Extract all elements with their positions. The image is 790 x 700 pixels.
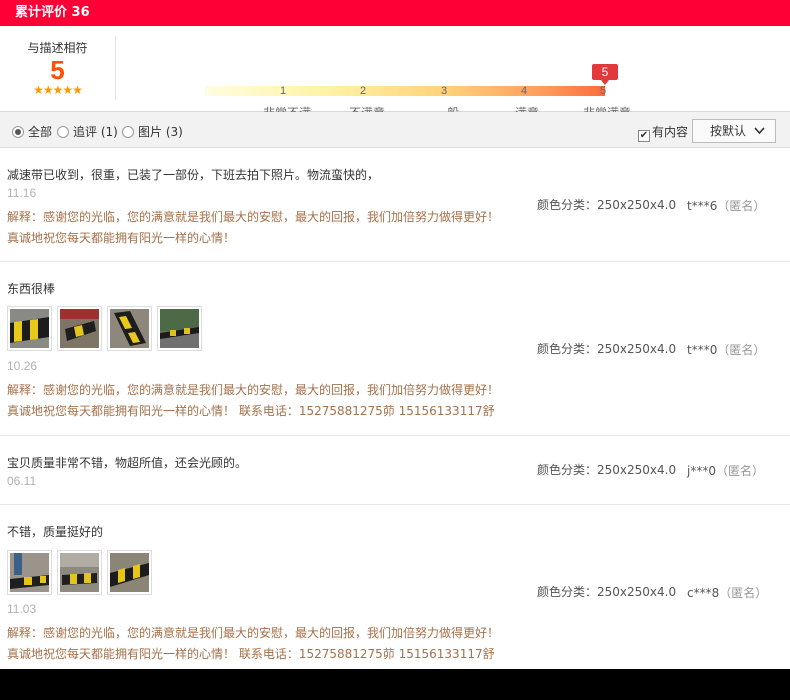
review-content: 减速带已收到，很重，已装了一部份，下班去拍下照片。物流蛮快的， [7, 168, 380, 182]
score-label: 与描述相符 [27, 41, 88, 55]
anonymous-tag: （匿名） [717, 199, 766, 213]
seller-reply-line: 真诚地祝您每天都能拥有阳光一样的心情！ 联系电话：15275881275茆 15… [7, 404, 495, 418]
photo-image [110, 309, 149, 348]
rating-marker: 5 [592, 64, 618, 85]
review-photo-thumbnail[interactable] [107, 550, 152, 595]
review-photo-thumbnail[interactable] [7, 550, 52, 595]
rating-summary: 与描述相符 5 ★★★★★ 5 1 2 3 4 5 非常不满 不满意 一般 满意… [0, 26, 790, 120]
review-user: t***6（匿名） [687, 197, 765, 214]
photo-image [160, 309, 199, 348]
review-photos [7, 550, 157, 595]
review-count-title: 累计评价 36 [15, 5, 90, 20]
radio-icon [122, 126, 134, 138]
review-user: j***0（匿名） [687, 462, 764, 479]
review-sku: 颜色分类：250x250x4.0 [537, 198, 677, 212]
sort-label: 按默认 [710, 124, 747, 138]
review-photo-thumbnail[interactable] [7, 306, 52, 351]
review-photos [7, 306, 207, 351]
filter-followup-radio[interactable]: 追评 (1) [57, 123, 118, 140]
review-photo-thumbnail[interactable] [107, 306, 152, 351]
radio-selected-icon [12, 126, 24, 138]
review-panel: 累计评价 36 与描述相符 5 ★★★★★ 5 1 2 3 4 5 非常不满 不… [0, 0, 790, 669]
filter-all-label: 全部 [28, 125, 53, 139]
photo-image [10, 309, 49, 348]
review-photo-thumbnail[interactable] [157, 306, 202, 351]
review-date: 11.03 [7, 602, 37, 616]
sort-dropdown[interactable]: 按默认 [692, 119, 776, 143]
star-rating-icon: ★★★★★ [33, 83, 83, 97]
review-date: 10.26 [7, 359, 38, 373]
review-sku: 颜色分类：250x250x4.0 [537, 463, 677, 477]
has-content-checkbox[interactable]: ✔ 有内容 [638, 123, 688, 142]
review-date: 06.11 [7, 474, 37, 488]
has-content-label: 有内容 [652, 125, 689, 139]
seller-reply-line: 真诚地祝您每天都能拥有阳光一样的心情！ [7, 231, 236, 245]
review-photo-thumbnail[interactable] [57, 306, 102, 351]
username: c***8 [687, 586, 720, 600]
photo-image [60, 553, 99, 592]
photo-image [60, 309, 99, 348]
anonymous-tag: （匿名） [717, 343, 766, 357]
review-item: 减速带已收到，很重，已装了一部份，下班去拍下照片。物流蛮快的， 11.16 解释… [0, 148, 790, 262]
checkmark-icon: ✔ [638, 130, 650, 142]
review-content: 不错，质量挺好的 [7, 525, 104, 539]
review-user: t***0（匿名） [687, 341, 765, 358]
photo-image [10, 553, 49, 592]
review-photo-thumbnail[interactable] [57, 550, 102, 595]
username: t***6 [687, 199, 718, 213]
review-user: c***8（匿名） [687, 584, 767, 601]
score-value: 5 [50, 55, 65, 85]
seller-reply-line: 解释：感谢您的光临，您的满意就是我们最大的安慰，最大的回报，我们加倍努力做得更好… [7, 210, 500, 224]
review-item: 不错，质量挺好的 11.03 解释：感谢您的光临，您的满意就是我们最大的安慰，最… [0, 505, 790, 669]
scale-tick-2: 2 [359, 85, 367, 97]
photo-image [110, 553, 149, 592]
filter-photos-radio[interactable]: 图片 (3) [122, 123, 183, 140]
filter-photos-label: 图片 (3) [138, 125, 183, 139]
seller-reply-line: 真诚地祝您每天都能拥有阳光一样的心情！ 联系电话：15275881275茆 15… [7, 647, 495, 661]
username: t***0 [687, 343, 718, 357]
score-box: 与描述相符 5 ★★★★★ [0, 36, 116, 100]
radio-icon [57, 126, 69, 138]
review-sku: 颜色分类：250x250x4.0 [537, 342, 677, 356]
filter-all-radio[interactable]: 全部 [12, 123, 52, 140]
rating-scale-bar [205, 86, 605, 96]
review-content: 宝贝质量非常不错，物超所值，还会光顾的。 [7, 456, 248, 470]
username: j***0 [687, 464, 716, 478]
scale-tick-3: 3 [440, 85, 448, 97]
scale-tick-1: 1 [279, 85, 287, 97]
review-sku: 颜色分类：250x250x4.0 [537, 585, 677, 599]
seller-reply-line: 解释：感谢您的光临，您的满意就是我们最大的安慰，最大的回报，我们加倍努力做得更好… [7, 626, 500, 640]
anonymous-tag: （匿名） [715, 464, 764, 478]
seller-reply: 解释：感谢您的光临，您的满意就是我们最大的安慰，最大的回报，我们加倍努力做得更好… [7, 380, 499, 422]
scale-tick-4: 4 [520, 85, 528, 97]
seller-reply: 解释：感谢您的光临，您的满意就是我们最大的安慰，最大的回报，我们加倍努力做得更好… [7, 207, 499, 249]
review-filter-bar: 全部 追评 (1) 图片 (3) ✔ 有内容 按默认 [0, 112, 790, 148]
filter-followup-label: 追评 (1) [73, 125, 118, 139]
chevron-down-icon [754, 120, 765, 150]
review-item: 宝贝质量非常不错，物超所值，还会光顾的。 06.11 颜色分类：250x250x… [0, 436, 790, 505]
anonymous-tag: （匿名） [719, 586, 768, 600]
scale-tick-5: 5 [599, 85, 607, 97]
seller-reply: 解释：感谢您的光临，您的满意就是我们最大的安慰，最大的回报，我们加倍努力做得更好… [7, 623, 499, 665]
review-item: 东西很棒 10.26 解释：感谢您的光临，您的满意就是我们最大的安慰，最大的回报… [0, 262, 790, 436]
review-count-header: 累计评价 36 [0, 0, 790, 26]
seller-reply-line: 解释：感谢您的光临，您的满意就是我们最大的安慰，最大的回报，我们加倍努力做得更好… [7, 383, 500, 397]
review-date: 11.16 [7, 186, 37, 200]
review-content: 东西很棒 [7, 282, 56, 296]
